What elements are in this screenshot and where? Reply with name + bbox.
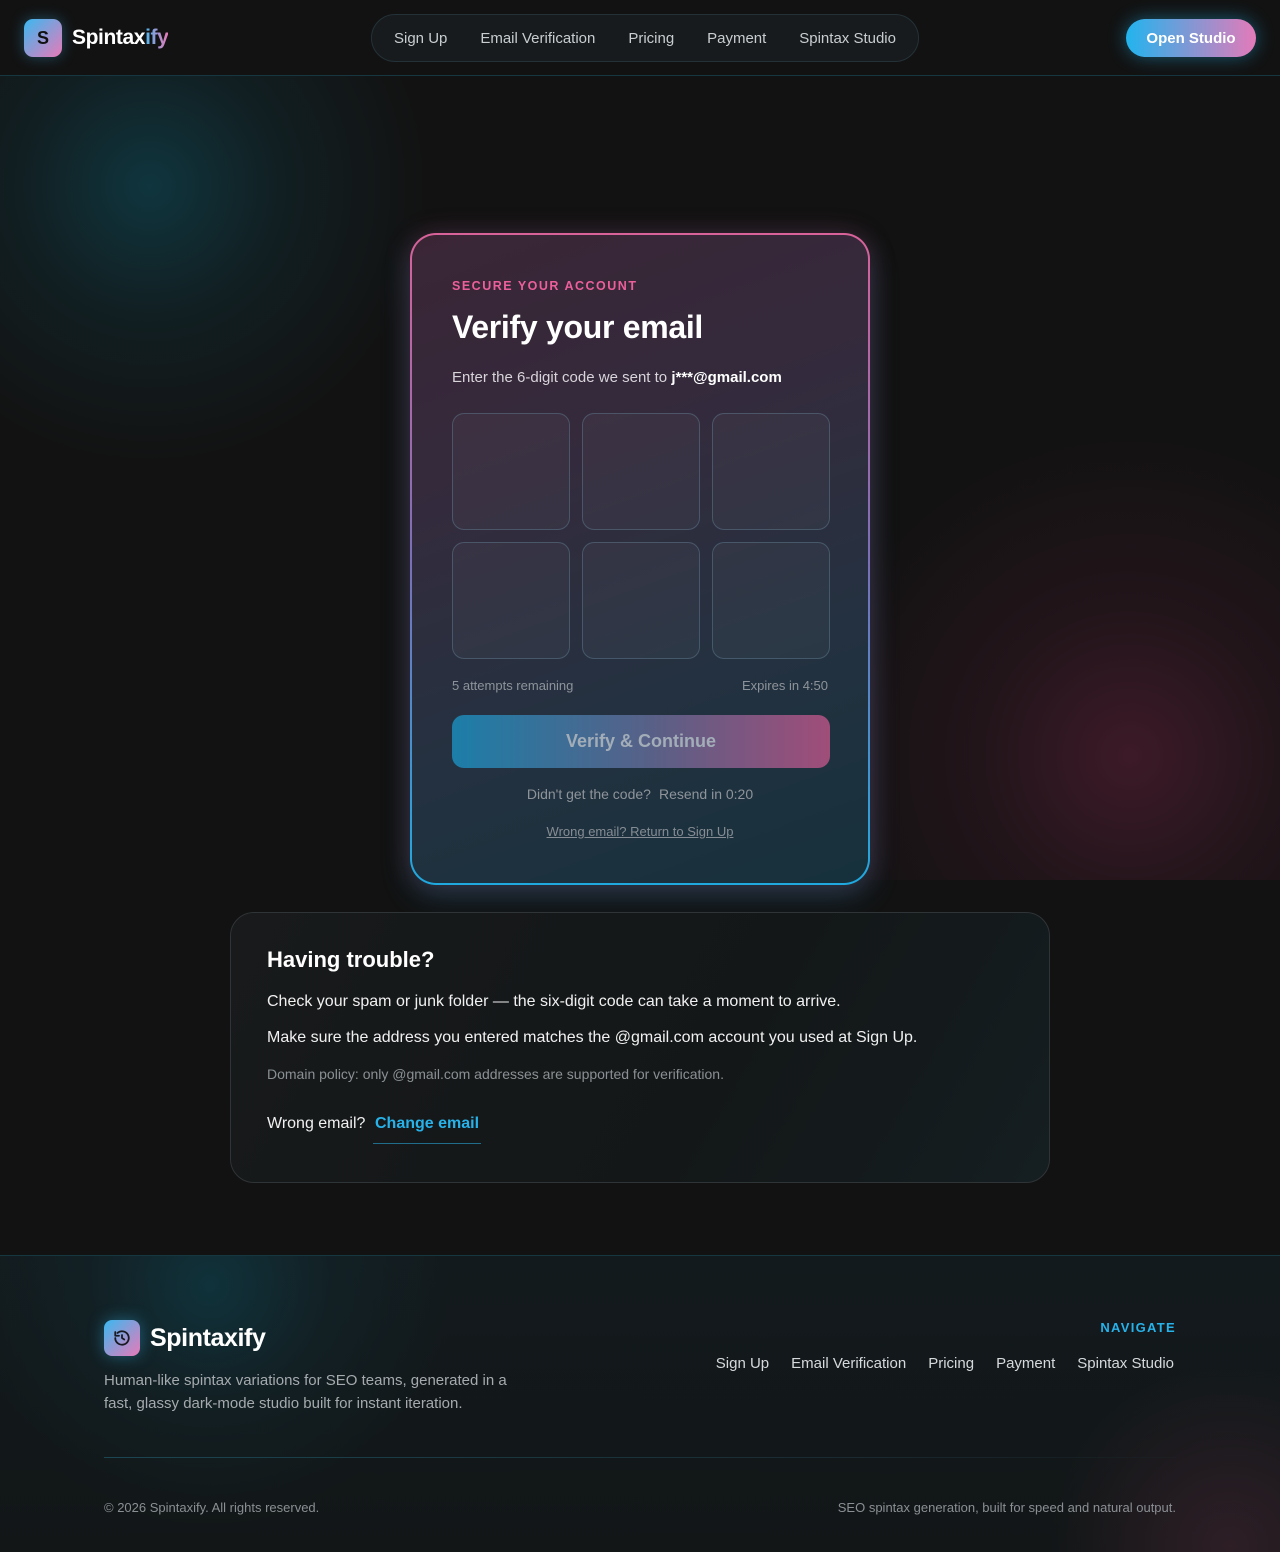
code-input-grid: [452, 413, 830, 659]
code-digit-1[interactable]: [452, 413, 570, 530]
wrong-email-label: Wrong email?: [267, 1115, 366, 1132]
footer-divider: [104, 1457, 1176, 1458]
verify-card: SECURE YOUR ACCOUNT Verify your email En…: [410, 233, 870, 885]
site-footer: Spintaxify Human-like spintax variations…: [0, 1255, 1280, 1552]
site-header: S Spintaxify Sign Up Email Verification …: [0, 0, 1280, 76]
resend-timer: Resend in 0:20: [658, 786, 754, 802]
attempts-remaining: 5 attempts remaining: [452, 678, 574, 693]
verify-subtitle-text: Enter the 6-digit code we sent to: [452, 369, 668, 386]
expiry-timer: Expires in 4:50: [742, 678, 828, 693]
copyright: © 2026 Spintaxify. All rights reserved.: [104, 1500, 320, 1515]
return-to-signup-link[interactable]: Wrong email? Return to Sign Up: [412, 824, 868, 839]
change-email-link[interactable]: Change email: [373, 1113, 482, 1144]
footer-note: SEO spintax generation, built for speed …: [837, 1500, 1176, 1515]
footer-nav: Sign Up Email Verification Pricing Payme…: [716, 1355, 1174, 1372]
nav-link-pricing[interactable]: Pricing: [628, 30, 674, 47]
code-digit-5[interactable]: [582, 542, 700, 659]
masked-email: j***@gmail.com: [671, 369, 782, 386]
main-nav: Sign Up Email Verification Pricing Payme…: [371, 14, 919, 62]
nav-link-spintax-studio[interactable]: Spintax Studio: [799, 30, 896, 47]
brand-name: Spintaxify: [72, 26, 169, 50]
verify-card-body: SECURE YOUR ACCOUNT Verify your email En…: [412, 235, 868, 883]
help-tip-spam: Check your spam or junk folder — the six…: [267, 993, 841, 1010]
footer-link-spintax-studio[interactable]: Spintax Studio: [1077, 1355, 1174, 1372]
footer-brand-name: Spintaxify: [150, 1323, 266, 1352]
code-digit-3[interactable]: [712, 413, 830, 530]
help-card: Having trouble? Check your spam or junk …: [230, 912, 1050, 1183]
footer-link-email-verification[interactable]: Email Verification: [791, 1355, 906, 1372]
footer-tagline: Human-like spintax variations for SEO te…: [104, 1372, 507, 1412]
footer-nav-heading: NAVIGATE: [1100, 1320, 1176, 1335]
resend-line: Didn't get the code? Resend in 0:20: [412, 786, 868, 802]
brand-logo[interactable]: S Spintaxify: [24, 19, 169, 57]
code-digit-6[interactable]: [712, 542, 830, 659]
nav-link-payment[interactable]: Payment: [707, 30, 766, 47]
history-icon: [104, 1320, 140, 1356]
return-link-text: Wrong email? Return to Sign Up: [546, 824, 734, 839]
code-digit-4[interactable]: [452, 542, 570, 659]
footer-brand[interactable]: Spintaxify: [104, 1320, 266, 1356]
brand-name-main: Spintax: [72, 26, 146, 49]
help-title: Having trouble?: [267, 947, 435, 972]
code-digit-2[interactable]: [582, 413, 700, 530]
logo-badge: S: [24, 19, 62, 57]
help-tip-address: Make sure the address you entered matche…: [267, 1029, 918, 1046]
brand-name-suffix: ify: [145, 26, 169, 49]
verify-subtitle: Enter the 6-digit code we sent to j***@g…: [452, 369, 782, 386]
domain-policy-note: Domain policy: only @gmail.com addresses…: [267, 1066, 724, 1082]
hero-section: SECURE YOUR ACCOUNT Verify your email En…: [0, 76, 1280, 885]
nav-link-sign-up[interactable]: Sign Up: [394, 30, 447, 47]
page-title: Verify your email: [452, 309, 704, 345]
resend-prompt: Didn't get the code?: [526, 786, 651, 802]
footer-link-payment[interactable]: Payment: [996, 1355, 1055, 1372]
verify-continue-button[interactable]: Verify & Continue: [452, 715, 830, 768]
open-studio-button[interactable]: Open Studio: [1126, 19, 1256, 57]
eyebrow-label: SECURE YOUR ACCOUNT: [452, 279, 638, 293]
footer-link-sign-up[interactable]: Sign Up: [716, 1355, 769, 1372]
footer-link-pricing[interactable]: Pricing: [928, 1355, 974, 1372]
nav-link-email-verification[interactable]: Email Verification: [480, 30, 595, 47]
